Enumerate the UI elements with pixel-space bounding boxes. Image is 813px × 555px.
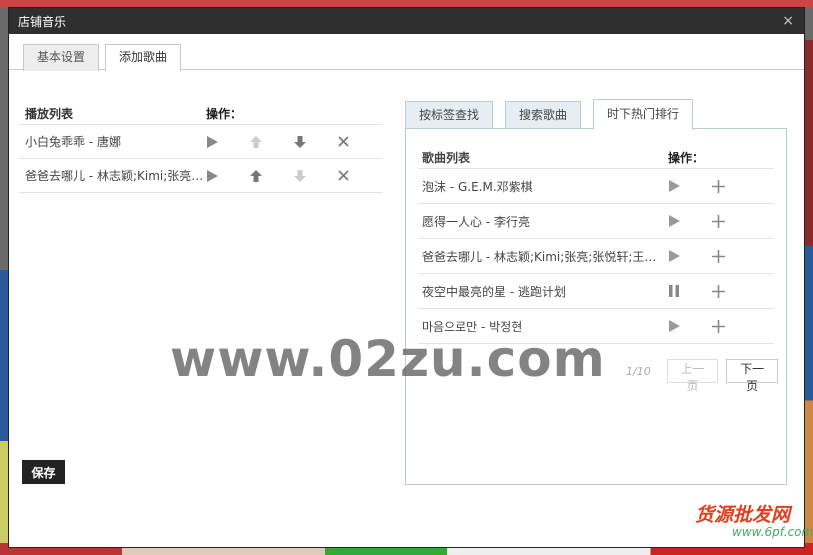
main-tabs: 基本设置 添加歌曲	[9, 34, 804, 71]
close-icon[interactable]: ×	[782, 13, 794, 29]
hot-chart-panel: 歌曲列表 操作： 泡沫 - G.E.M.邓紫棋 愿得一人心 - 李行亮 爸爸去哪…	[405, 128, 787, 485]
playlist-header-ops: 操作：	[206, 107, 243, 121]
prev-page-button[interactable]: 上一页	[666, 359, 719, 393]
add-icon[interactable]	[712, 214, 756, 228]
song-title: 愿得一人心 - 李行亮	[422, 214, 530, 229]
pagination: 1/10 上一页 下一页	[626, 359, 786, 393]
dialog-titlebar: 店铺音乐 ×	[9, 8, 804, 34]
song-title: 爸爸去哪儿 - 林志颖;Kimi;张亮;张悦轩;王岳伦	[422, 249, 668, 264]
song-list-table: 歌曲列表 操作： 泡沫 - G.E.M.邓紫棋 愿得一人心 - 李行亮 爸爸去哪…	[418, 149, 774, 344]
playlist-table: 播放列表 操作： 小白兔乖乖 - 唐娜 爸爸去哪儿 - 林志颖;Kimi;张亮;	[19, 105, 383, 193]
song-list-header-name: 歌曲列表	[422, 151, 471, 165]
play-icon[interactable]	[668, 215, 712, 227]
move-up-icon	[250, 132, 294, 152]
watermark-text: www.02zu.com	[170, 330, 606, 388]
playlist-header-name: 播放列表	[25, 107, 74, 121]
remove-icon[interactable]	[338, 166, 382, 186]
store-music-dialog: 店铺音乐 × 基本设置 添加歌曲 播放列表 操作： 小白兔乖乖 - 唐娜 爸爸去…	[8, 7, 805, 548]
song-title: 泡沫 - G.E.M.邓紫棋	[422, 179, 533, 194]
song-row: 泡沫 - G.E.M.邓紫棋	[418, 169, 774, 204]
move-down-icon	[294, 166, 338, 186]
move-up-icon[interactable]	[250, 166, 294, 186]
add-icon[interactable]	[712, 179, 756, 193]
playlist-header: 播放列表 操作：	[19, 105, 383, 125]
pause-icon[interactable]	[668, 285, 712, 297]
play-icon[interactable]	[206, 132, 250, 152]
playlist-song-title: 小白兔乖乖 - 唐娜	[25, 135, 121, 149]
song-row: 爸爸去哪儿 - 林志颖;Kimi;张亮;张悦轩;王岳伦	[418, 239, 774, 274]
page-count: 1/10	[626, 364, 651, 378]
song-title: 夜空中最亮的星 - 逃跑计划	[422, 284, 566, 299]
search-tabs: 按标签查找 搜索歌曲 时下热门排行	[405, 99, 787, 130]
corner-watermark-url: www.6pf.com	[732, 525, 813, 539]
dialog-title: 店铺音乐	[18, 14, 67, 29]
tab-add-songs[interactable]: 添加歌曲	[105, 44, 182, 71]
tab-hot-chart[interactable]: 时下热门排行	[593, 99, 694, 130]
song-list-header-ops: 操作：	[668, 151, 705, 165]
play-icon[interactable]	[668, 320, 712, 332]
corner-watermark: 货源批发网	[695, 504, 791, 526]
tab-basic-settings[interactable]: 基本设置	[23, 44, 100, 71]
song-list-header: 歌曲列表 操作：	[418, 149, 774, 169]
background-page-left	[0, 270, 8, 555]
tab-find-by-tag[interactable]: 按标签查找	[405, 101, 494, 129]
song-row: 愿得一人心 - 李行亮	[418, 204, 774, 239]
play-icon[interactable]	[668, 250, 712, 262]
playlist-row: 爸爸去哪儿 - 林志颖;Kimi;张亮;张悦轩;王岳伦;王诗龄;田亮;森碟;郭涛…	[19, 159, 383, 193]
next-page-button[interactable]: 下一页	[726, 359, 778, 393]
add-icon[interactable]	[712, 249, 756, 263]
tab-search-songs[interactable]: 搜索歌曲	[505, 101, 582, 129]
playlist-song-title: 爸爸去哪儿 - 林志颖;Kimi;张亮;张悦轩;王岳伦;王诗龄;田亮;森碟;郭涛…	[25, 169, 206, 183]
remove-icon[interactable]	[338, 132, 382, 152]
play-icon[interactable]	[668, 180, 712, 192]
add-icon[interactable]	[712, 284, 756, 298]
move-down-icon[interactable]	[294, 132, 338, 152]
song-row: 夜空中最亮的星 - 逃跑计划	[418, 274, 774, 309]
playlist-row: 小白兔乖乖 - 唐娜	[19, 125, 383, 159]
save-button[interactable]: 保存	[22, 460, 65, 484]
add-icon[interactable]	[712, 319, 756, 333]
play-icon[interactable]	[206, 166, 250, 186]
